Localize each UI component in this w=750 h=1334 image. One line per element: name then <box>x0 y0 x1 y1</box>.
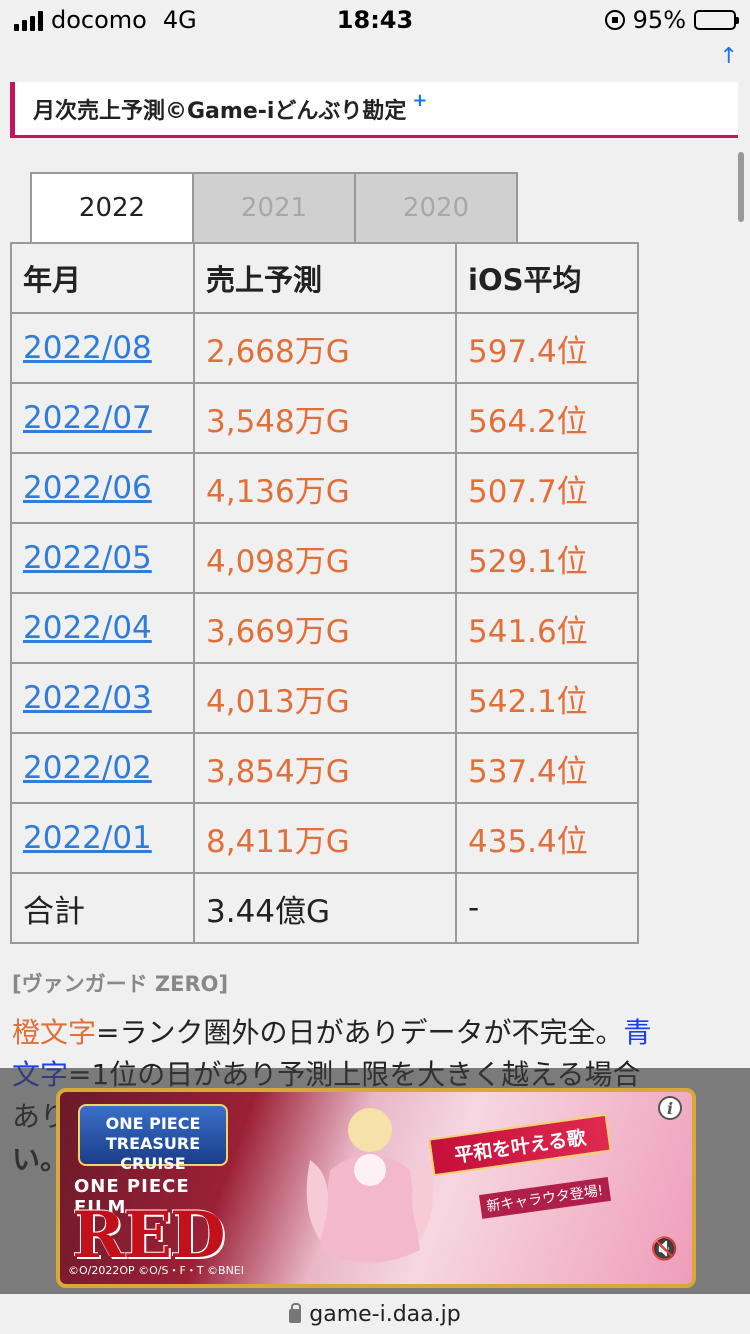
scrollbar[interactable] <box>738 152 744 222</box>
month-link[interactable]: 2022/06 <box>23 470 152 506</box>
ad-info-icon[interactable]: i <box>658 1096 682 1120</box>
month-link[interactable]: 2022/05 <box>23 540 152 576</box>
month-cell: 2022/01 <box>10 802 195 874</box>
table-row: 2022/06 4,136万G 507.7位 <box>10 452 639 524</box>
legend-blue-word-1: 青 <box>623 1016 652 1049</box>
status-right: 95% <box>604 6 739 34</box>
rotation-lock-icon <box>604 10 625 30</box>
battery-icon <box>694 10 739 30</box>
table-row: 2022/01 8,411万G 435.4位 <box>10 802 639 874</box>
month-link[interactable]: 2022/02 <box>23 750 152 786</box>
tab-2020[interactable]: 2020 <box>354 172 518 244</box>
mute-icon[interactable]: 🔇 <box>651 1237 678 1262</box>
ios-cell: 564.2位 <box>455 382 639 454</box>
ad-banner[interactable]: ONE PIECE TREASURE CRUISE ONE PIECE FILM… <box>56 1088 696 1288</box>
url-text: game-i.daa.jp <box>309 1301 461 1327</box>
ios-cell: 507.7位 <box>455 452 639 524</box>
table-row: 2022/04 3,669万G 541.6位 <box>10 592 639 664</box>
header-sales: 売上予測 <box>193 242 457 314</box>
month-cell: 2022/06 <box>10 452 195 524</box>
table-header-row: 年月 売上予測 iOS平均 <box>10 242 639 314</box>
ios-cell: 597.4位 <box>455 312 639 384</box>
lock-icon <box>289 1303 302 1323</box>
section-header: 月次売上予測©Game-iどんぶり勘定 + <box>10 82 738 138</box>
sales-cell: 2,668万G <box>193 312 457 384</box>
tab-2022[interactable]: 2022 <box>30 172 194 244</box>
ad-subtext: 新キャラウタ登場! <box>478 1177 611 1219</box>
month-link[interactable]: 2022/08 <box>23 330 152 366</box>
month-cell: 2022/02 <box>10 732 195 804</box>
month-cell: 2022/05 <box>10 522 195 594</box>
sales-cell: 4,098万G <box>193 522 457 594</box>
ios-cell: 537.4位 <box>455 732 639 804</box>
url-bar[interactable]: game-i.daa.jp <box>0 1294 750 1334</box>
month-cell: 2022/07 <box>10 382 195 454</box>
sales-cell: 3,669万G <box>193 592 457 664</box>
status-bar: docomo 4G 18:43 95% <box>0 0 750 44</box>
month-cell: 2022/08 <box>10 312 195 384</box>
total-label: 合計 <box>10 872 195 944</box>
ios-cell: 529.1位 <box>455 522 639 594</box>
scroll-top-link[interactable]: ↑ <box>720 44 738 69</box>
legend-orange-text: =ランク圏外の日がありデータが不完全。 <box>96 1016 624 1049</box>
header-month: 年月 <box>10 242 195 314</box>
ios-cell: 435.4位 <box>455 802 639 874</box>
expand-plus-link[interactable]: + <box>412 90 427 111</box>
header-ios-average: iOS平均 <box>455 242 639 314</box>
sales-cell: 4,136万G <box>193 452 457 524</box>
ios-cell: 542.1位 <box>455 662 639 734</box>
table-row: 2022/05 4,098万G 529.1位 <box>10 522 639 594</box>
month-link[interactable]: 2022/04 <box>23 610 152 646</box>
table-row: 2022/03 4,013万G 542.1位 <box>10 662 639 734</box>
ad-headline: 平和を叶える歌 <box>428 1113 612 1177</box>
table-row: 2022/08 2,668万G 597.4位 <box>10 312 639 384</box>
sales-table: 年月 売上予測 iOS平均 2022/08 2,668万G 597.4位 202… <box>10 242 639 944</box>
sales-cell: 3,548万G <box>193 382 457 454</box>
year-tabs: 2022 2021 2020 <box>30 172 518 244</box>
table-total-row: 合計 3.44億G - <box>10 872 639 944</box>
sales-cell: 3,854万G <box>193 732 457 804</box>
game-label: [ヴァンガード ZERO] <box>12 972 229 996</box>
table-row: 2022/07 3,548万G 564.2位 <box>10 382 639 454</box>
sales-cell: 4,013万G <box>193 662 457 734</box>
ad-copyright: ©O/2022OP ©O/S・F・T ©BNEI <box>68 1264 245 1277</box>
ios-cell: 541.6位 <box>455 592 639 664</box>
total-sales: 3.44億G <box>193 872 457 944</box>
ad-left-panel: ONE PIECE TREASURE CRUISE ONE PIECE FILM… <box>68 1098 243 1283</box>
ad-game-logo: ONE PIECE TREASURE CRUISE <box>78 1104 228 1173</box>
legend-orange-word: 橙文字 <box>12 1016 97 1049</box>
table-row: 2022/02 3,854万G 537.4位 <box>10 732 639 804</box>
month-link[interactable]: 2022/07 <box>23 400 152 436</box>
ad-character-figure <box>306 1108 434 1263</box>
month-link[interactable]: 2022/01 <box>23 820 152 856</box>
section-title: 月次売上予測©Game-iどんぶり勘定 <box>33 98 407 124</box>
month-cell: 2022/03 <box>10 662 195 734</box>
battery-percent: 95% <box>632 6 686 34</box>
month-link[interactable]: 2022/03 <box>23 680 152 716</box>
month-cell: 2022/04 <box>10 592 195 664</box>
tab-2021[interactable]: 2021 <box>192 172 356 244</box>
total-ios: - <box>455 872 639 944</box>
sales-cell: 8,411万G <box>193 802 457 874</box>
